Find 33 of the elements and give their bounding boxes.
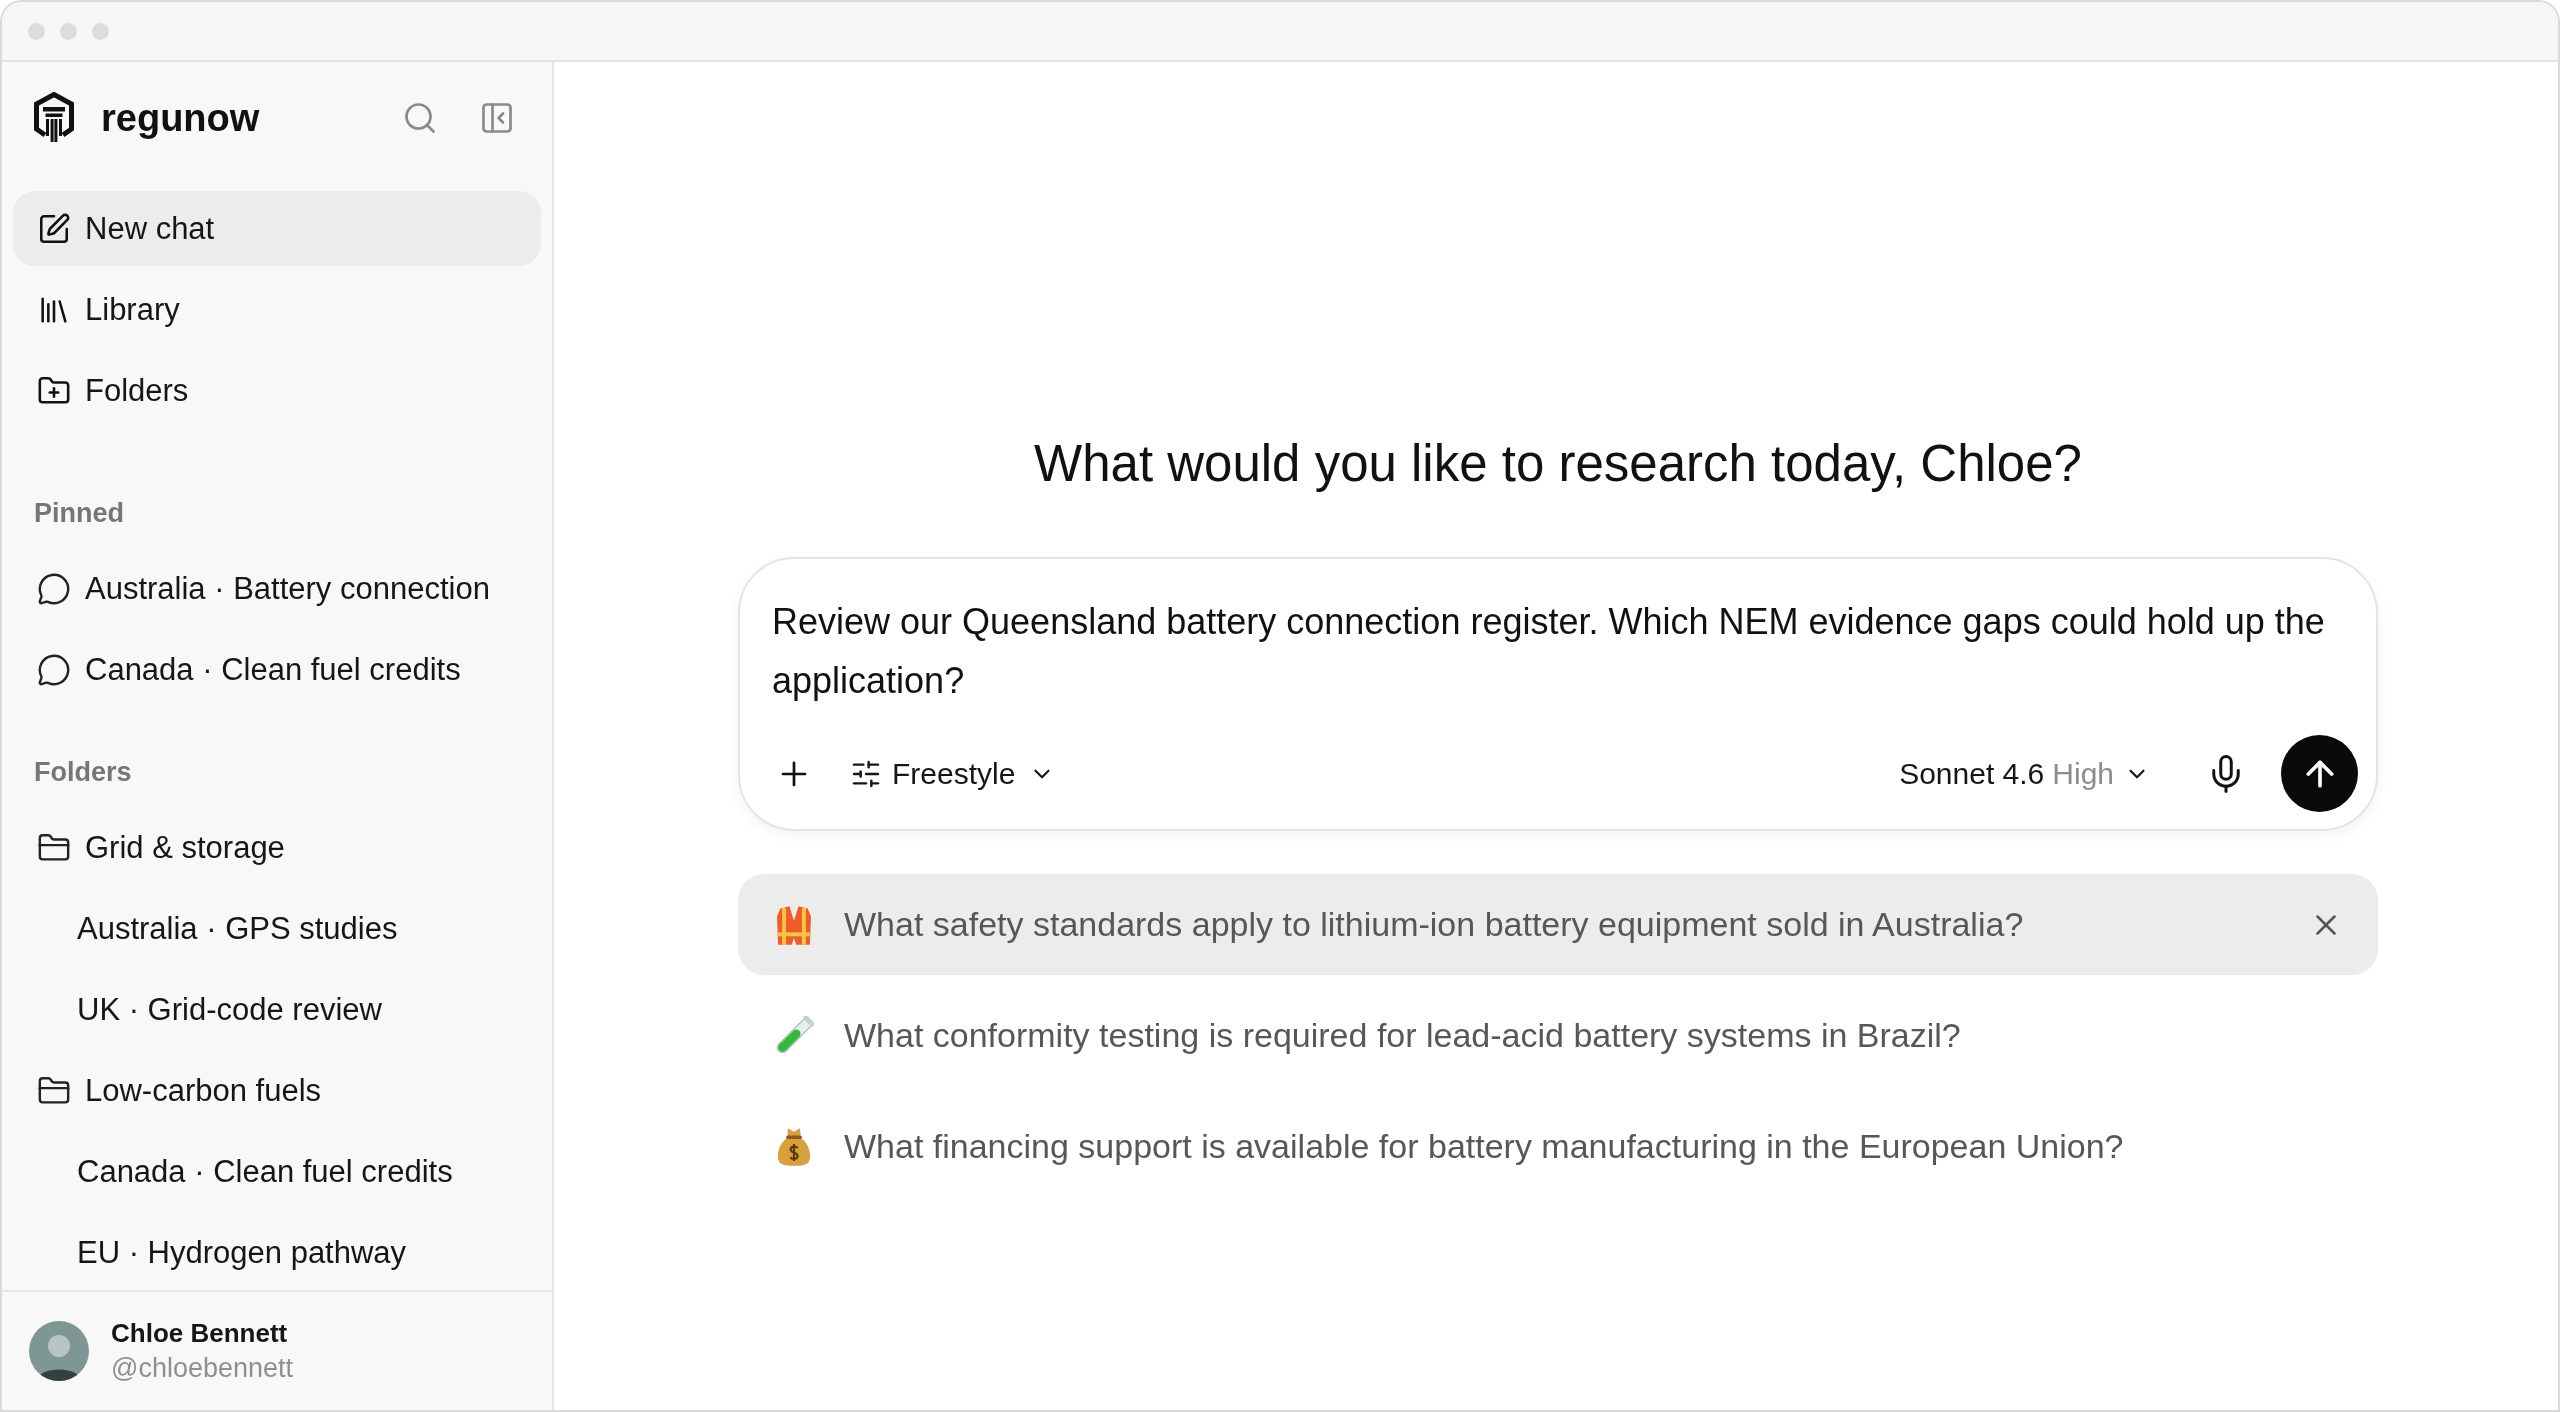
chat-bubble-icon	[37, 571, 71, 606]
model-dropdown[interactable]: Sonnet 4.6 High	[1891, 745, 2158, 802]
safety-vest-icon	[777, 904, 811, 945]
search-icon	[402, 100, 438, 136]
composer-card[interactable]: Review our Queensland battery connection register. Which NEM evidence gaps could hold up the application? Freestyle Sonnet 4.6 High	[738, 557, 2378, 831]
pinned-chat-item[interactable]: Canada · Clean fuel credits	[13, 632, 541, 707]
suggestion-item[interactable]: What financing support is available for battery manufacturing in the European Union?	[738, 1096, 2378, 1197]
nav-item[interactable]: New chat	[13, 191, 541, 266]
logo-icon	[34, 92, 74, 144]
chat-item[interactable]: EU · Hydrogen pathway	[13, 1215, 541, 1290]
user-name: Chloe Bennett	[111, 1318, 289, 1349]
chat-item[interactable]: Canada · Clean fuel credits	[13, 1134, 541, 1209]
suggestion-item[interactable]: What safety standards apply to lithium-ion battery equipment sold in Australia?	[738, 874, 2378, 975]
panel-collapse-icon	[479, 100, 515, 136]
folder-item[interactable]: Grid & storage	[13, 810, 541, 885]
avatar-icon	[29, 1321, 89, 1381]
user-handle: @chloebennett	[111, 1353, 294, 1384]
chat-bubble-icon	[37, 652, 71, 687]
compose-icon	[37, 211, 71, 246]
section-heading: Folders	[33, 756, 133, 789]
nav-item[interactable]: Folders	[13, 353, 541, 428]
chat-item[interactable]: UK · Grid-code review	[13, 972, 541, 1047]
mode-dropdown[interactable]: Freestyle	[842, 745, 1064, 802]
greeting-heading: What would you like to research today, Chloe?	[1034, 434, 2082, 494]
section-heading: Pinned	[33, 497, 125, 530]
suggestion-item[interactable]: What conformity testing is required for lead-acid battery systems in Brazil?	[738, 985, 2378, 1086]
money-bag-icon	[777, 1126, 811, 1167]
prompt-input[interactable]: Review our Queensland battery connection register. Which NEM evidence gaps could hold up the application?	[772, 592, 2344, 710]
pinned-chat-item[interactable]: Australia · Battery connection	[13, 551, 541, 626]
chat-item[interactable]: Australia · GPS studies	[13, 891, 541, 966]
folder-item[interactable]: Low-carbon fuels	[13, 1053, 541, 1128]
nav-item[interactable]: Library	[13, 272, 541, 347]
brand-name: regunow	[101, 96, 260, 140]
